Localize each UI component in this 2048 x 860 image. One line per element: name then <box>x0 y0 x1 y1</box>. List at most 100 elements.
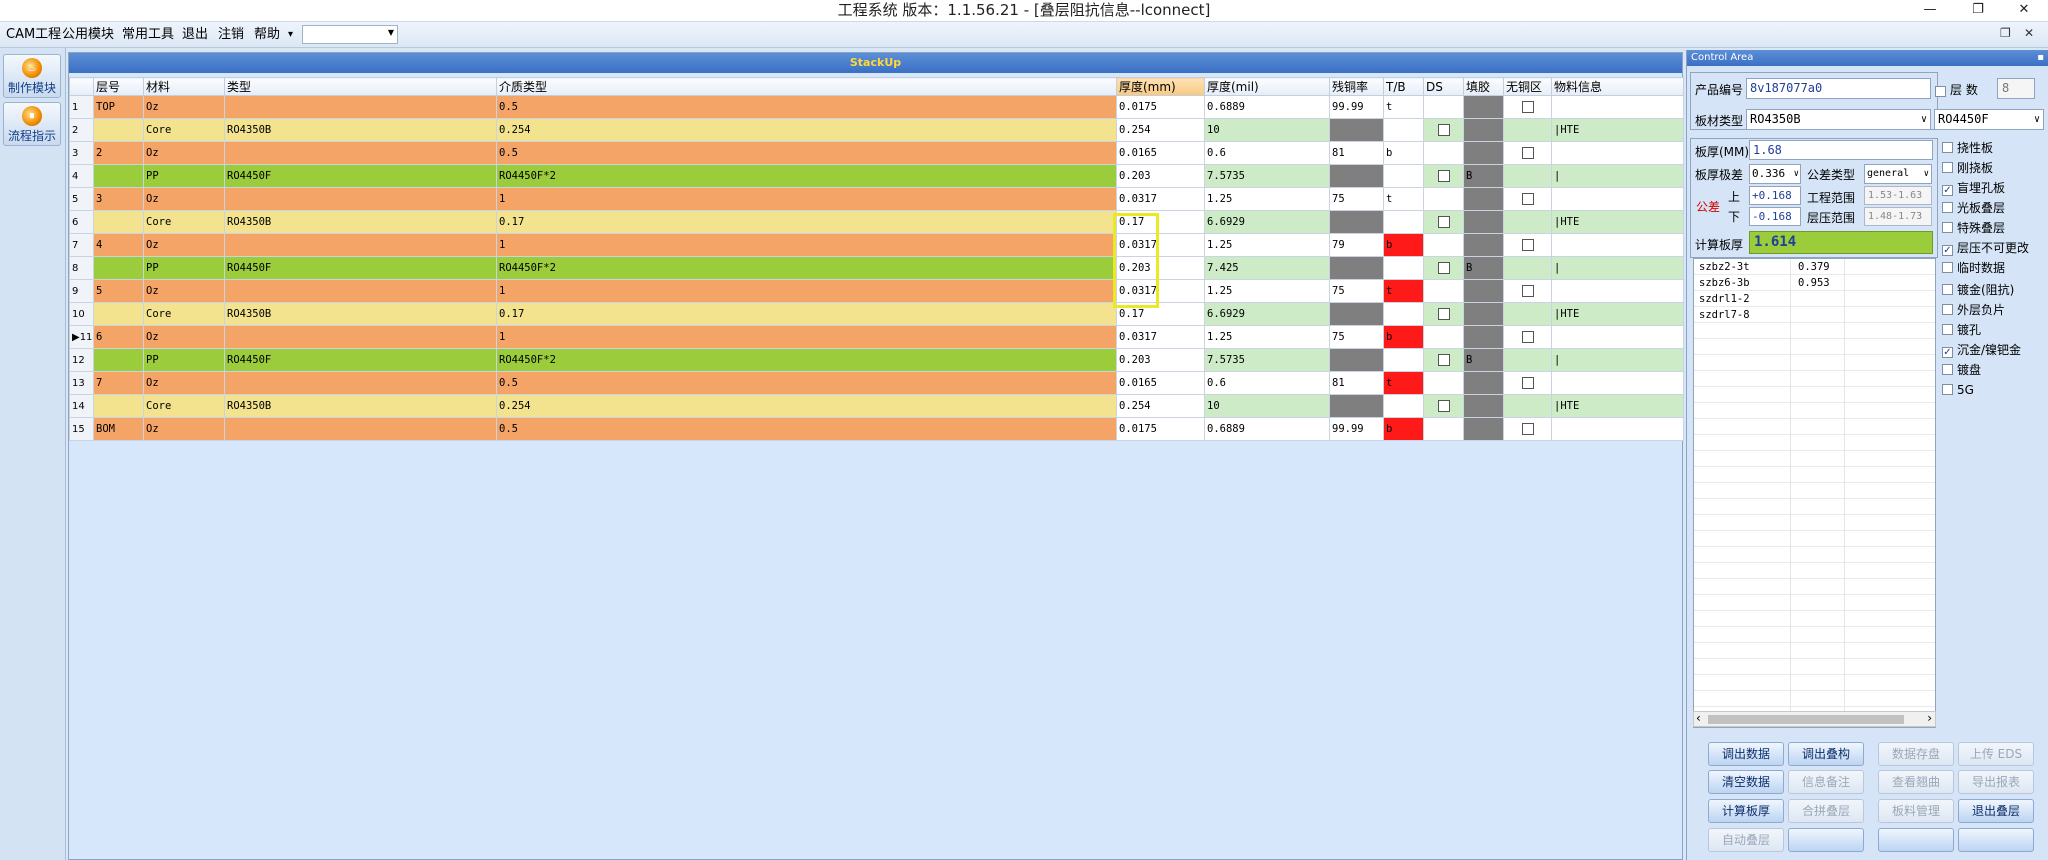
fill-cell[interactable] <box>1463 302 1504 326</box>
fill-cell[interactable] <box>1463 118 1504 142</box>
fill-cell[interactable] <box>1463 371 1504 395</box>
tb-cell[interactable]: b <box>1383 141 1424 165</box>
dielectric-cell[interactable]: RO4450F*2 <box>496 348 1117 372</box>
option-checkbox[interactable]: 镀孔 <box>1942 322 1981 340</box>
checkbox[interactable] <box>1437 308 1450 320</box>
type-cell[interactable] <box>224 233 497 257</box>
table-row[interactable]: 3 2 Oz 0.5 0.0165 0.6 81 b <box>69 141 1684 165</box>
thickness-mil-cell[interactable]: 10 <box>1204 118 1330 142</box>
list-item[interactable] <box>1694 547 1935 563</box>
checkbox-box[interactable] <box>1942 222 1953 233</box>
menu-cam[interactable]: CAM工程 <box>6 26 61 44</box>
thickness-mm-cell[interactable]: 0.17 <box>1116 302 1205 326</box>
checkbox[interactable] <box>1437 262 1450 274</box>
dielectric-cell[interactable]: 1 <box>496 325 1117 349</box>
checkbox-box[interactable] <box>1942 262 1953 273</box>
layer-cell[interactable]: 2 <box>93 141 144 165</box>
tb-cell[interactable]: b <box>1383 233 1424 257</box>
no-copper-cell[interactable] <box>1503 371 1552 395</box>
impedance-results-list[interactable]: szbz2-3t 0.379 szbz6-3b 0.953 szdrl1-2 szdrl7… <box>1693 258 1936 728</box>
copper-ratio-cell[interactable] <box>1329 302 1384 326</box>
copper-ratio-cell[interactable]: 81 <box>1329 371 1384 395</box>
col-header[interactable]: 物料信息 <box>1551 77 1684 96</box>
list-item[interactable] <box>1694 579 1935 595</box>
thickness-mil-cell[interactable]: 7.5735 <box>1204 164 1330 188</box>
no-copper-cell[interactable] <box>1503 256 1552 280</box>
ds-cell[interactable] <box>1423 256 1464 280</box>
material-cell[interactable]: Oz <box>143 371 225 395</box>
thickness-mm-cell[interactable]: 0.0165 <box>1116 141 1205 165</box>
fill-cell[interactable]: B <box>1463 164 1504 188</box>
col-header[interactable]: 厚度(mm) <box>1116 77 1205 96</box>
tb-cell[interactable] <box>1383 256 1424 280</box>
table-row[interactable]: 5 3 Oz 1 0.0317 1.25 75 t <box>69 187 1684 211</box>
dielectric-cell[interactable]: 0.17 <box>496 302 1117 326</box>
checkbox-box[interactable] <box>1942 364 1953 375</box>
material-info-cell[interactable] <box>1551 325 1684 349</box>
checkbox[interactable] <box>1437 400 1450 412</box>
ds-cell[interactable] <box>1423 118 1464 142</box>
board-type2-select[interactable]: RO4450F ∨ <box>1934 109 2044 130</box>
checkbox[interactable] <box>1521 377 1534 389</box>
table-row[interactable]: 7 4 Oz 1 0.0317 1.25 79 b <box>69 233 1684 257</box>
copper-ratio-cell[interactable]: 75 <box>1329 325 1384 349</box>
copper-ratio-cell[interactable]: 99.99 <box>1329 95 1384 119</box>
dielectric-cell[interactable]: 1 <box>496 279 1117 303</box>
list-item[interactable] <box>1694 323 1935 339</box>
checkbox[interactable] <box>1437 216 1450 228</box>
table-row[interactable]: 10 Core RO4350B 0.17 0.17 6.6929 |HTE <box>69 302 1684 326</box>
thickness-mm-cell[interactable]: 0.203 <box>1116 348 1205 372</box>
dielectric-cell[interactable]: 0.5 <box>496 417 1117 441</box>
layer-cell[interactable]: TOP <box>93 95 144 119</box>
table-row[interactable]: 1 TOP Oz 0.5 0.0175 0.6889 99.99 t <box>69 95 1684 119</box>
thickness-mil-cell[interactable]: 1.25 <box>1204 233 1330 257</box>
list-item[interactable] <box>1694 483 1935 499</box>
menu-public[interactable]: 公用模块 <box>62 26 114 44</box>
tb-cell[interactable]: t <box>1383 95 1424 119</box>
col-header[interactable]: 材料 <box>143 77 225 96</box>
row-number[interactable]: 2 <box>69 118 94 142</box>
checkbox[interactable] <box>1521 147 1534 159</box>
material-info-cell[interactable]: |HTE <box>1551 210 1684 234</box>
checkmark-icon[interactable]: ✓ <box>1942 245 1953 256</box>
fill-cell[interactable] <box>1463 417 1504 441</box>
layer-cell[interactable]: 5 <box>93 279 144 303</box>
type-cell[interactable] <box>224 95 497 119</box>
checkmark-icon[interactable]: ✓ <box>1942 347 1953 358</box>
thickness-mm-cell[interactable]: 0.0175 <box>1116 95 1205 119</box>
copper-ratio-cell[interactable] <box>1329 118 1384 142</box>
copper-ratio-cell[interactable] <box>1329 394 1384 418</box>
list-item[interactable] <box>1694 435 1935 451</box>
list-item[interactable] <box>1694 611 1935 627</box>
no-copper-cell[interactable] <box>1503 348 1552 372</box>
list-item[interactable] <box>1694 595 1935 611</box>
module-button[interactable]: ♨ 制作模块 <box>3 54 61 98</box>
action-button[interactable]: 调出数据 <box>1708 742 1784 766</box>
tb-cell[interactable]: t <box>1383 279 1424 303</box>
row-number[interactable]: 3 <box>69 141 94 165</box>
fill-cell[interactable] <box>1463 210 1504 234</box>
thickness-input[interactable]: 1.68 <box>1749 140 1933 160</box>
checkbox[interactable] <box>1437 124 1450 136</box>
row-number[interactable]: 9 <box>69 279 94 303</box>
dielectric-cell[interactable]: 1 <box>496 187 1117 211</box>
thickness-mil-cell[interactable]: 6.6929 <box>1204 302 1330 326</box>
checkbox-box[interactable] <box>1942 142 1953 153</box>
no-copper-cell[interactable] <box>1503 141 1552 165</box>
copper-ratio-cell[interactable]: 81 <box>1329 141 1384 165</box>
option-checkbox[interactable]: 镀金(阻抗) <box>1942 282 2014 300</box>
material-info-cell[interactable] <box>1551 233 1684 257</box>
board-type-select[interactable]: RO4350B ∨ <box>1746 109 1931 130</box>
scroll-left-icon[interactable]: ‹ <box>1696 711 1701 725</box>
fill-cell[interactable] <box>1463 141 1504 165</box>
no-copper-cell[interactable] <box>1503 187 1552 211</box>
checkbox-box[interactable] <box>1942 384 1953 395</box>
checkbox[interactable] <box>1521 331 1534 343</box>
thickness-mil-cell[interactable]: 1.25 <box>1204 187 1330 211</box>
dielectric-cell[interactable]: RO4450F*2 <box>496 164 1117 188</box>
layers-input[interactable]: 8 <box>1997 78 2035 99</box>
material-info-cell[interactable] <box>1551 417 1684 441</box>
thickness-mil-cell[interactable]: 0.6 <box>1204 141 1330 165</box>
ds-cell[interactable] <box>1423 141 1464 165</box>
table-row[interactable]: 6 Core RO4350B 0.17 0.17 6.6929 |HTE <box>69 210 1684 234</box>
